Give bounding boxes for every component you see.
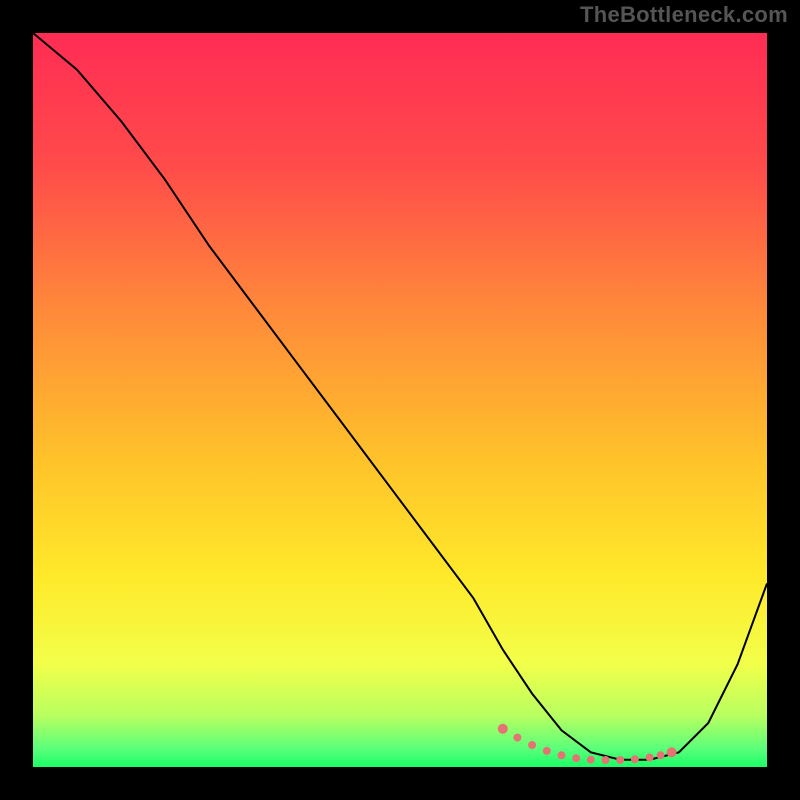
highlight-dot: [667, 747, 677, 757]
highlight-dot: [657, 751, 665, 759]
chart-frame: TheBottleneck.com: [0, 0, 800, 800]
plot-background: [33, 33, 767, 767]
highlight-dot: [543, 747, 551, 755]
highlight-dot: [572, 754, 580, 762]
highlight-dot: [602, 756, 610, 764]
highlight-dot: [528, 741, 536, 749]
highlight-dot: [587, 756, 595, 764]
highlight-dot: [616, 756, 624, 764]
highlight-dot: [646, 754, 654, 762]
chart-svg: [33, 33, 767, 767]
highlight-dot: [558, 751, 566, 759]
highlight-dot: [498, 724, 508, 734]
attribution-text: TheBottleneck.com: [580, 2, 788, 28]
highlight-dot: [513, 734, 521, 742]
plot-area: [33, 33, 767, 767]
highlight-dot: [631, 755, 639, 763]
